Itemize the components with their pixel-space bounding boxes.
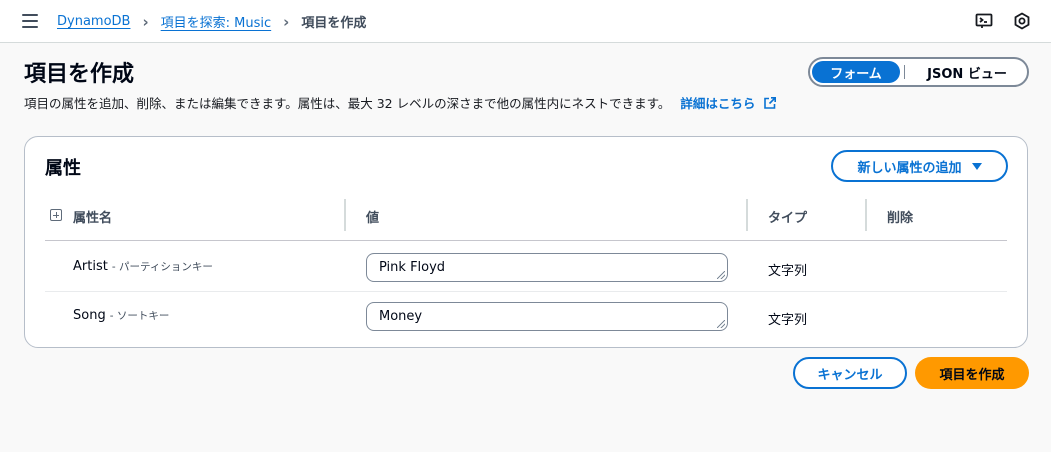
toggle-divider [904, 65, 905, 79]
column-divider[interactable] [865, 199, 867, 231]
attributes-panel: 属性 新しい属性の追加 属性名 値 タイプ 削除 Artist - パーティション… [24, 136, 1028, 348]
menu-icon[interactable] [22, 14, 38, 28]
column-divider[interactable] [746, 199, 748, 231]
add-attribute-label: 新しい属性の追加 [857, 160, 962, 176]
page-title: 項目を作成 [24, 62, 135, 87]
attribute-type: 文字列 [768, 264, 808, 279]
caret-down-icon [971, 162, 982, 170]
attribute-value-text: Money [379, 309, 423, 324]
attribute-name-label: Artist [73, 259, 108, 274]
add-attribute-button[interactable]: 新しい属性の追加 [831, 150, 1008, 182]
attribute-name-label: Song [73, 308, 106, 323]
external-link-icon [763, 97, 776, 109]
resize-handle-icon[interactable] [717, 271, 725, 279]
breadcrumb-current: 項目を作成 [301, 16, 367, 31]
form-view-button[interactable]: フォーム [812, 61, 900, 83]
expand-icon[interactable] [50, 209, 62, 221]
breadcrumb-dynamodb[interactable]: DynamoDB [57, 14, 130, 29]
attribute-name-song: Song - ソートキー [73, 308, 169, 323]
learn-more-label: 詳細はこちら [680, 96, 756, 111]
view-toggle: フォーム JSON ビュー [808, 57, 1029, 87]
cancel-button[interactable]: キャンセル [793, 357, 907, 389]
description-text: 項目の属性を追加、削除、または編集できます。属性は、最大 32 レベルの深さまで… [24, 96, 671, 111]
column-divider[interactable] [344, 199, 346, 231]
attribute-value-input[interactable]: Money [366, 302, 728, 331]
column-header-delete: 削除 [887, 211, 914, 226]
attribute-type: 文字列 [768, 313, 808, 328]
chevron-right-icon: › [142, 12, 149, 31]
header-divider [45, 240, 1007, 241]
column-header-type: タイプ [768, 211, 808, 226]
column-header-name: 属性名 [73, 211, 113, 226]
row-divider [45, 291, 1007, 292]
attribute-key-hint: - パーティションキー [111, 261, 213, 273]
attribute-value-input[interactable]: Pink Floyd [366, 253, 728, 282]
top-navigation-bar: DynamoDB › 項目を探索: Music › 項目を作成 [0, 0, 1051, 43]
cloudshell-icon[interactable] [974, 11, 994, 31]
learn-more-link[interactable]: 詳細はこちら [680, 96, 776, 111]
create-item-button[interactable]: 項目を作成 [915, 357, 1029, 389]
breadcrumb-explore-items[interactable]: 項目を探索: Music [161, 12, 272, 31]
resize-handle-icon[interactable] [717, 320, 725, 328]
attribute-value-text: Pink Floyd [379, 260, 446, 275]
page-description: 項目の属性を追加、削除、または編集できます。属性は、最大 32 レベルの深さまで… [24, 93, 777, 112]
breadcrumb: DynamoDB › 項目を探索: Music › 項目を作成 [57, 0, 366, 43]
attributes-title: 属性 [45, 158, 81, 179]
json-view-button[interactable]: JSON ビュー [909, 61, 1025, 83]
attribute-key-hint: - ソートキー [109, 310, 170, 322]
settings-icon[interactable] [1012, 11, 1032, 31]
column-header-value: 値 [366, 211, 380, 226]
attribute-name-artist: Artist - パーティションキー [73, 259, 213, 274]
chevron-right-icon: › [283, 12, 290, 31]
